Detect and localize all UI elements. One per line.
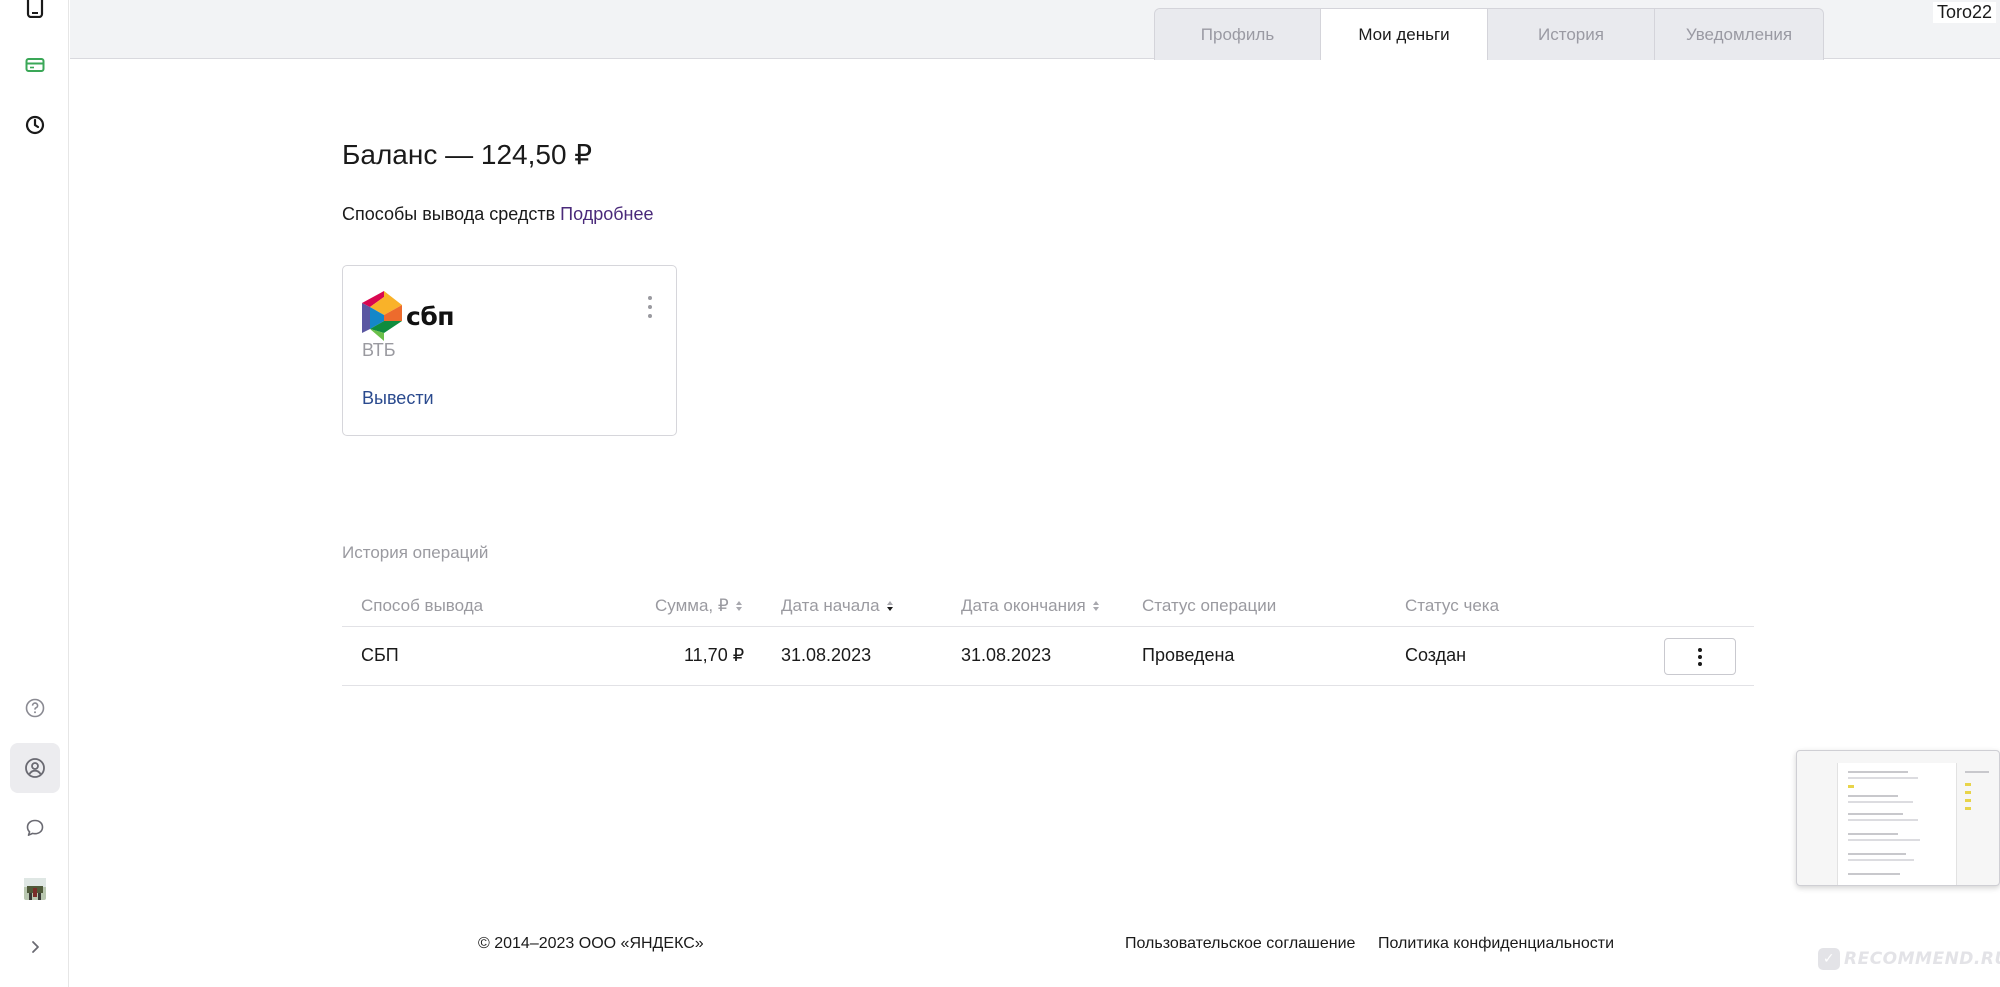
column-receipt-status: Статус чека	[1405, 596, 1499, 616]
cell-end-date: 31.08.2023	[961, 645, 1052, 665]
top-bar: Профиль Мои деньги История Уведомления	[70, 0, 2000, 60]
column-amount[interactable]: Сумма, ₽	[655, 596, 742, 616]
privacy-link[interactable]: Политика конфиденциальности	[1378, 935, 1614, 953]
sort-icon	[735, 601, 742, 611]
column-receipt-status-label: Статус чека	[1405, 596, 1500, 615]
sbp-logo-icon	[362, 291, 402, 341]
history-title: История операций	[342, 543, 489, 562]
column-start-date-label: Дата начала	[781, 596, 880, 615]
column-end-date[interactable]: Дата окончания	[961, 596, 1099, 616]
tab-profile[interactable]: Профиль	[1155, 9, 1321, 60]
cell-receipt-status: Создан	[1405, 645, 1467, 665]
username[interactable]: Toro22	[1932, 2, 1996, 23]
column-method: Способ вывода	[361, 596, 483, 616]
help-icon[interactable]	[10, 683, 60, 733]
phone-icon[interactable]	[10, 0, 60, 32]
thumbnail-content	[1837, 763, 1957, 885]
profile-icon[interactable]	[10, 743, 60, 793]
balance-heading: Баланс — 124,50 ₽	[342, 139, 593, 170]
table-header: Способ вывода Сумма, ₽ Дата начала Дата …	[342, 587, 1754, 627]
chevron-right-icon[interactable]	[10, 922, 60, 972]
column-method-label: Способ вывода	[361, 596, 484, 615]
sort-active-icon	[886, 601, 893, 611]
withdraw-button[interactable]: Вывести	[362, 388, 434, 409]
card-icon[interactable]	[10, 40, 60, 90]
sort-icon	[1092, 601, 1099, 611]
operations-table: Способ вывода Сумма, ₽ Дата начала Дата …	[342, 587, 1754, 686]
cell-amount: 11,70 ₽	[684, 645, 745, 665]
withdraw-methods-label: Способы вывода средств	[342, 204, 556, 224]
sidebar	[0, 0, 69, 987]
row-more-button[interactable]	[1664, 638, 1736, 675]
terms-link[interactable]: Пользовательское соглашение	[1125, 935, 1355, 953]
column-end-date-label: Дата окончания	[961, 596, 1086, 615]
card-bank-name: ВТБ	[362, 340, 396, 360]
recommend-watermark: ✓ RECOMMEND.RU	[1818, 948, 2000, 970]
sbp-logo: сбп	[362, 291, 455, 341]
chat-icon[interactable]	[10, 803, 60, 853]
copyright: © 2014–2023 ООО «ЯНДЕКС»	[478, 935, 704, 952]
card-more-icon[interactable]	[646, 296, 654, 318]
cell-method: СБП	[361, 645, 399, 665]
cell-op-status: Проведена	[1142, 645, 1235, 665]
sbp-brand-text: сбп	[406, 301, 455, 331]
avatar[interactable]	[10, 864, 60, 914]
withdraw-methods-line: Способы вывода средств Подробнее	[342, 204, 654, 225]
column-amount-label: Сумма, ₽	[655, 596, 729, 615]
table-row: СБП 11,70 ₽ 31.08.2023 31.08.2023 Провед…	[342, 627, 1754, 686]
watermark-text: RECOMMEND.RU	[1844, 949, 2000, 969]
tab-my-money[interactable]: Мои деньги	[1321, 9, 1488, 60]
withdraw-method-card: сбп ВТБ Вывести	[342, 265, 677, 436]
cell-start-date: 31.08.2023	[781, 645, 872, 665]
tab-history[interactable]: История	[1488, 9, 1655, 60]
clock-icon[interactable]	[10, 100, 60, 150]
more-link[interactable]: Подробнее	[560, 204, 653, 224]
tab-notifications[interactable]: Уведомления	[1655, 9, 1823, 60]
column-start-date[interactable]: Дата начала	[781, 596, 893, 616]
column-op-status-label: Статус операции	[1142, 596, 1277, 615]
screenshot-thumbnail[interactable]	[1796, 750, 2000, 886]
column-op-status: Статус операции	[1142, 596, 1276, 616]
tab-bar: Профиль Мои деньги История Уведомления	[1154, 8, 1824, 60]
